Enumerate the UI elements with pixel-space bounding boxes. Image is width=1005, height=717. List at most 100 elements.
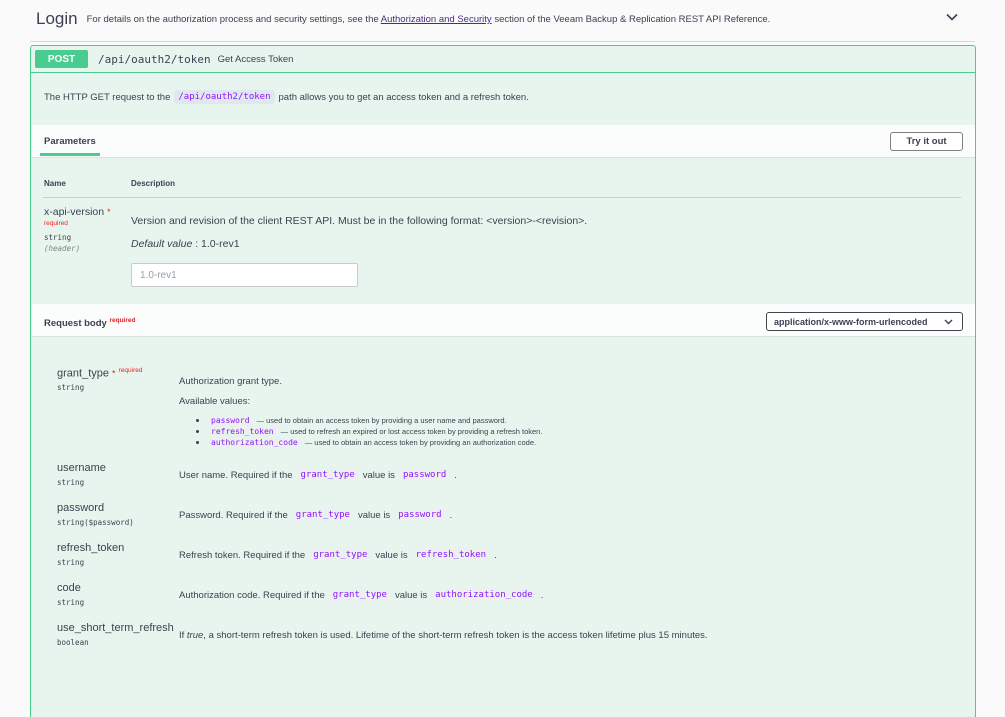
bullet (196, 419, 199, 422)
tab-parameters[interactable]: Parameters (44, 136, 96, 147)
operation-summary[interactable]: POST /api/oauth2/token Get Access Token (31, 46, 975, 73)
operation-path: /api/oauth2/token (98, 52, 211, 66)
op-desc-before: The HTTP GET request to the (44, 91, 171, 103)
property-type: string($password) (57, 518, 134, 527)
property-type: string (57, 478, 85, 487)
property-type: boolean (57, 638, 89, 647)
param-description: Version and revision of the client REST … (131, 215, 588, 227)
desc-text: , a short-term refresh token is used. Li… (203, 630, 708, 641)
desc-text: value is (394, 589, 428, 601)
enum-code: password (208, 415, 253, 426)
desc-code: grant_type (309, 548, 372, 562)
enum-code: authorization_code (208, 437, 301, 448)
param-type: string (header) (44, 232, 80, 254)
default-label: Default value (131, 238, 193, 250)
required-label: required (109, 317, 136, 324)
desc-code: grant_type (296, 468, 359, 482)
property-description: Authorization grant type. (179, 376, 282, 387)
param-name-text: x-api-version (44, 206, 105, 218)
property-name: use_short_term_refresh (57, 622, 174, 634)
enum-text: — used to obtain an access token by prov… (256, 416, 507, 425)
required-label: required (118, 367, 143, 374)
enum-list: password — used to obtain an access toke… (195, 415, 542, 448)
desc-code: refresh_token (411, 548, 491, 562)
param-name: x-api-version * required (44, 206, 114, 233)
desc-code: grant_type (328, 588, 391, 602)
desc-code: password (394, 508, 446, 522)
property-type: string (57, 598, 85, 607)
desc-text: If (179, 630, 185, 641)
operation-summary-text: Get Access Token (217, 53, 294, 65)
desc-code: grant_type (291, 508, 354, 522)
tab-underline (40, 153, 100, 156)
property-description: User name. Required if the grant_type va… (179, 468, 457, 482)
x-api-version-input[interactable] (131, 263, 358, 287)
tag-header[interactable]: Login For details on the authorization p… (30, 0, 975, 42)
enum-text: — used to obtain an access token by prov… (304, 438, 537, 447)
desc-text: Refresh token. Required if the (179, 549, 306, 561)
op-desc-after: path allows you to get an access token a… (278, 91, 529, 103)
desc-text: value is (362, 469, 395, 481)
list-item: password — used to obtain an access toke… (195, 415, 542, 426)
property-name: password (57, 502, 105, 514)
property-name: code (57, 582, 81, 594)
required-label: required (44, 220, 68, 227)
property-name: refresh_token (57, 542, 125, 554)
desc-text: value is (375, 549, 408, 561)
list-item: refresh_token — used to refresh an expir… (195, 426, 542, 437)
desc-italic: true (186, 630, 204, 641)
desc-text: . (540, 589, 544, 601)
available-values-title: Available values: (179, 396, 251, 407)
desc-text: Password. Required if the (179, 509, 288, 521)
operation-block: POST /api/oauth2/token Get Access Token … (30, 45, 976, 717)
property-description: If true, a short-term refresh token is u… (179, 630, 708, 641)
bullet (196, 430, 199, 433)
tag-description: For details on the authorization process… (87, 14, 771, 25)
method-badge: POST (35, 50, 88, 68)
op-desc-code: /api/oauth2/token (174, 90, 275, 104)
desc-text: Authorization code. Required if the (179, 589, 325, 601)
request-body-label: Request body (44, 318, 107, 330)
content-type-value: application/x-www-form-urlencoded (774, 316, 928, 327)
list-item: authorization_code — used to obtain an a… (195, 437, 542, 448)
chevron-down-icon[interactable] (945, 10, 959, 24)
param-default: Default value : 1.0-rev1 (131, 238, 240, 250)
request-body-header: Request body required application/x-www-… (32, 304, 975, 337)
request-body-title: Request body required (44, 317, 135, 329)
required-star: * (112, 368, 116, 379)
default-value: : 1.0-rev1 (195, 238, 240, 250)
try-it-out-button[interactable]: Try it out (890, 132, 963, 151)
header-divider (43, 197, 961, 198)
param-in: (header) (44, 244, 81, 253)
property-type: string (57, 383, 85, 392)
tag-desc-before: For details on the authorization process… (86, 14, 379, 25)
column-name-header: Name (44, 179, 66, 188)
property-description: Refresh token. Required if the grant_typ… (179, 548, 497, 562)
property-description: Authorization code. Required if the gran… (179, 588, 543, 602)
enum-text: — used to refresh an expired or lost acc… (280, 427, 543, 436)
required-star: * (107, 207, 111, 217)
property-type: string (57, 558, 85, 567)
param-type-text: string (44, 233, 72, 242)
desc-code: password (398, 468, 451, 482)
desc-text: User name. Required if the (179, 469, 293, 481)
operation-description: The HTTP GET request to the /api/oauth2/… (44, 90, 529, 104)
desc-text: value is (357, 509, 391, 521)
property-name: grant_type * required (57, 367, 142, 380)
tag-desc-after: section of the Veeam Backup & Replicatio… (494, 14, 771, 25)
bullet (196, 441, 199, 444)
desc-text: . (454, 469, 457, 481)
property-name-text: grant_type (57, 367, 109, 380)
parameters-header: Parameters Try it out (32, 125, 975, 158)
desc-text: . (494, 549, 497, 561)
enum-code: refresh_token (208, 426, 277, 437)
content-type-select[interactable]: application/x-www-form-urlencoded (766, 312, 963, 331)
chevron-down-icon (944, 319, 953, 325)
tag-title: Login (36, 8, 78, 28)
desc-text: . (449, 509, 453, 521)
property-name: username (57, 462, 106, 474)
column-description-header: Description (131, 179, 176, 188)
desc-code: authorization_code (431, 588, 537, 602)
authorization-link[interactable]: Authorization and Security (381, 14, 492, 25)
property-description: Password. Required if the grant_type val… (179, 508, 452, 522)
